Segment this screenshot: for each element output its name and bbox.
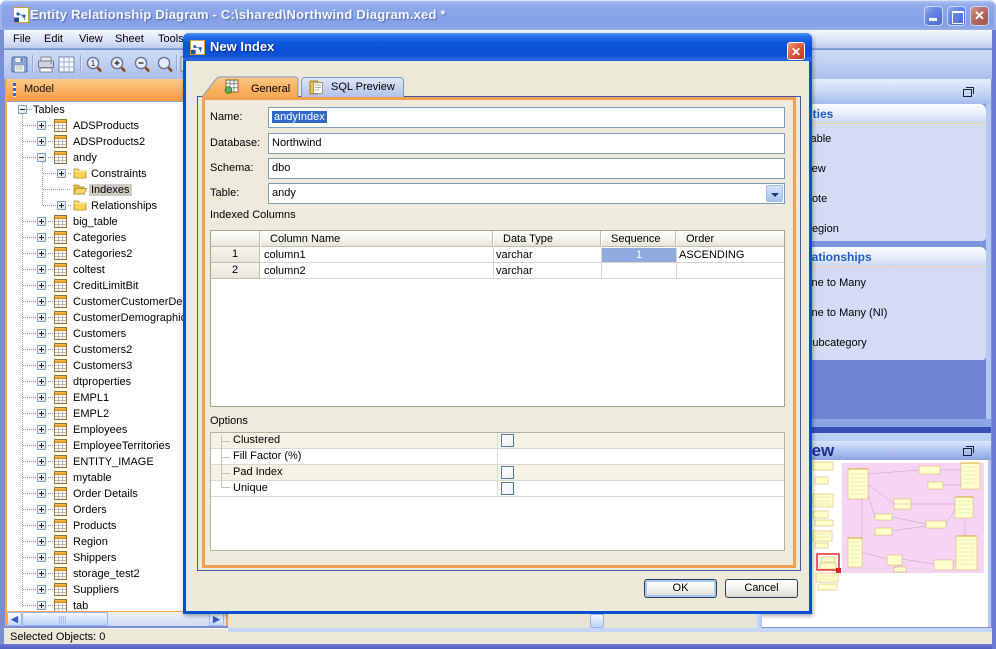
svg-text:General: General: [251, 83, 290, 95]
svg-text:1: 1: [91, 59, 96, 68]
